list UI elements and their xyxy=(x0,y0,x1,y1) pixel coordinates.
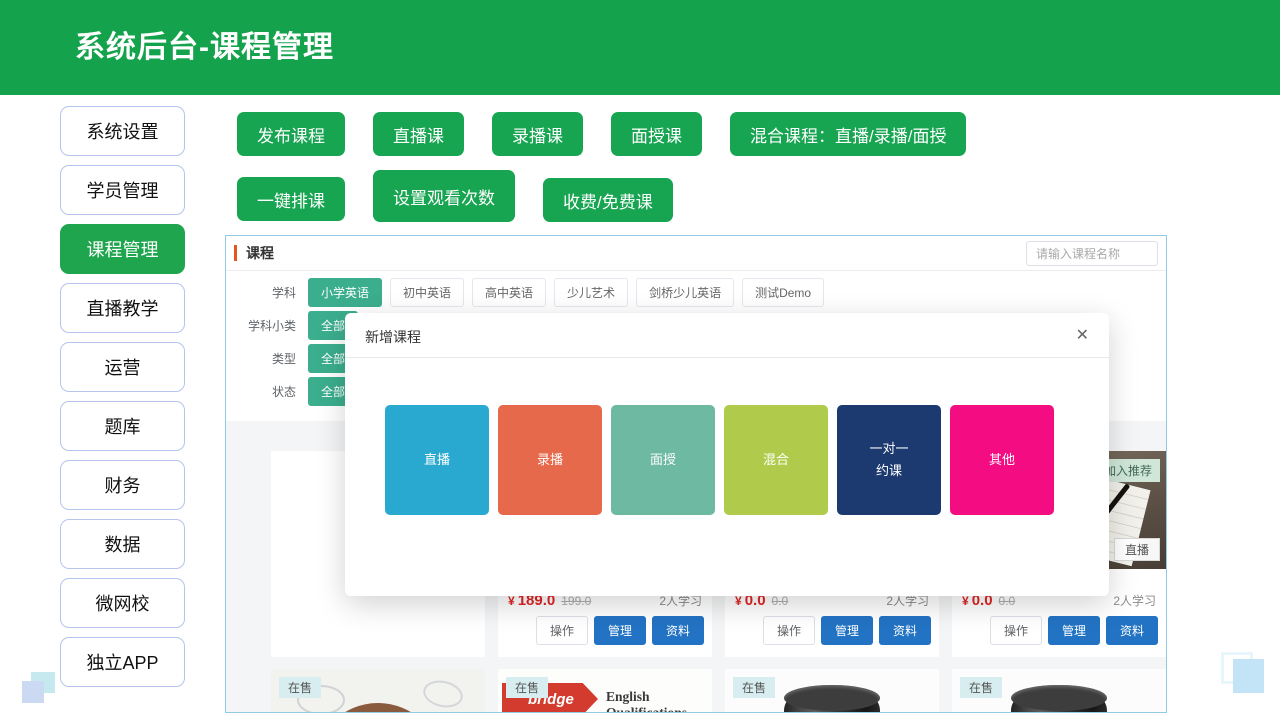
subject-tag[interactable]: 初中英语 xyxy=(390,278,464,307)
recorded-course-button[interactable]: 录播课 xyxy=(492,112,583,156)
on-sale-badge: 在售 xyxy=(279,677,321,698)
on-sale-badge: 在售 xyxy=(733,677,775,698)
sidebar-item-label: 数据 xyxy=(105,531,141,557)
filter-label: 学科小类 xyxy=(226,317,296,334)
course-cover-photo: 在售 xyxy=(271,669,485,713)
photo-doodle-shape xyxy=(421,677,466,711)
sidebar-item-label: 直播教学 xyxy=(87,295,159,321)
course-type-other[interactable]: 其他 xyxy=(950,405,1054,515)
manage-button[interactable]: 管理 xyxy=(1048,616,1100,645)
course-cover-photo: 在售 xyxy=(952,669,1166,713)
subject-tag[interactable]: 少儿艺术 xyxy=(554,278,628,307)
page-header: 系统后台-课程管理 xyxy=(0,0,1280,95)
course-type-offline[interactable]: 面授 xyxy=(611,405,715,515)
photo-cylinder-shape xyxy=(1011,697,1107,713)
sidebar-item-label: 财务 xyxy=(105,472,141,498)
course-card[interactable]: 在售 xyxy=(725,669,939,713)
card-actions: 操作 管理 资料 xyxy=(498,609,712,645)
paid-free-course-button[interactable]: 收费/免费课 xyxy=(543,178,673,222)
filter-label: 状态 xyxy=(226,383,296,400)
material-button[interactable]: 资料 xyxy=(1106,616,1158,645)
course-type-recorded[interactable]: 录播 xyxy=(498,405,602,515)
course-cover-photo: 在售 xyxy=(725,669,939,713)
material-button[interactable]: 资料 xyxy=(879,616,931,645)
on-sale-badge: 在售 xyxy=(960,677,1002,698)
panel-title: 课程 xyxy=(246,243,274,263)
currency-symbol: ¥ xyxy=(962,594,969,608)
course-type-tag: 直播 xyxy=(1114,538,1160,561)
sidebar-item-course-management[interactable]: 课程管理 xyxy=(60,224,185,274)
operate-button[interactable]: 操作 xyxy=(990,616,1042,645)
decoration-square xyxy=(22,681,44,703)
manage-button[interactable]: 管理 xyxy=(594,616,646,645)
course-card[interactable]: bridge English Qualifications 在售 xyxy=(498,669,712,713)
course-cover-photo: bridge English Qualifications 在售 xyxy=(498,669,712,713)
modal-header: 新增课程 ✕ xyxy=(345,313,1109,358)
course-type-cards: 直播 录播 面授 混合 一对一 约课 其他 xyxy=(385,405,1054,515)
sidebar-item-label: 课程管理 xyxy=(87,236,159,262)
course-type-live[interactable]: 直播 xyxy=(385,405,489,515)
filter-label: 学科 xyxy=(226,284,296,301)
subject-tags: 小学英语 初中英语 高中英语 少儿艺术 剑桥少儿英语 测试Demo xyxy=(308,278,824,307)
sidebar-item-operations[interactable]: 运营 xyxy=(60,342,185,392)
sidebar-item-label: 微网校 xyxy=(96,590,150,616)
original-price: 0.0 xyxy=(999,594,1016,608)
currency-symbol: ¥ xyxy=(508,594,515,608)
brand-title-text: English Qualifications xyxy=(606,689,712,713)
currency-symbol: ¥ xyxy=(735,594,742,608)
original-price: 199.0 xyxy=(561,594,591,608)
sidebar-item-label: 独立APP xyxy=(86,649,158,675)
new-course-modal: 新增课程 ✕ 直播 录播 面授 混合 一对一 约课 其他 xyxy=(345,313,1109,596)
sidebar-item-student-management[interactable]: 学员管理 xyxy=(60,165,185,215)
sidebar-item-label: 题库 xyxy=(105,413,141,439)
page-title: 系统后台-课程管理 xyxy=(75,0,334,95)
sidebar: 系统设置 学员管理 课程管理 直播教学 运营 题库 财务 数据 微网校 独立AP… xyxy=(60,106,185,687)
sidebar-item-live-teaching[interactable]: 直播教学 xyxy=(60,283,185,333)
close-icon[interactable]: ✕ xyxy=(1076,325,1089,345)
course-type-mixed[interactable]: 混合 xyxy=(724,405,828,515)
modal-title: 新增课程 xyxy=(365,327,421,347)
students-count: 2人学习 xyxy=(1113,592,1156,609)
sidebar-item-label: 系统设置 xyxy=(87,118,159,144)
manage-button[interactable]: 管理 xyxy=(821,616,873,645)
course-type-one-on-one[interactable]: 一对一 约课 xyxy=(837,405,941,515)
decoration-square xyxy=(1233,659,1264,693)
original-price: 0.0 xyxy=(772,594,789,608)
sidebar-item-label: 运营 xyxy=(105,354,141,380)
sidebar-item-question-bank[interactable]: 题库 xyxy=(60,401,185,451)
live-course-button[interactable]: 直播课 xyxy=(373,112,464,156)
subject-tag[interactable]: 高中英语 xyxy=(472,278,546,307)
quick-actions-row-2: 一键排课 设置观看次数 收费/免费课 xyxy=(237,170,673,222)
set-view-count-button[interactable]: 设置观看次数 xyxy=(373,170,515,222)
filter-row-subject: 学科 小学英语 初中英语 高中英语 少儿艺术 剑桥少儿英语 测试Demo xyxy=(226,276,1166,309)
title-accent-bar xyxy=(234,245,237,261)
course-card[interactable]: 在售 xyxy=(952,669,1166,713)
one-click-schedule-button[interactable]: 一键排课 xyxy=(237,177,345,221)
operate-button[interactable]: 操作 xyxy=(536,616,588,645)
publish-course-button[interactable]: 发布课程 xyxy=(237,112,345,156)
sidebar-item-label: 学员管理 xyxy=(87,177,159,203)
subject-tag[interactable]: 剑桥少儿英语 xyxy=(636,278,734,307)
sidebar-item-micro-school[interactable]: 微网校 xyxy=(60,578,185,628)
sidebar-item-finance[interactable]: 财务 xyxy=(60,460,185,510)
subject-tag[interactable]: 小学英语 xyxy=(308,278,382,307)
card-actions: 操作 管理 资料 xyxy=(725,609,939,645)
mixed-course-button[interactable]: 混合课程：直播/录播/面授 xyxy=(730,112,966,156)
card-actions: 操作 管理 资料 xyxy=(952,609,1166,645)
search-input[interactable] xyxy=(1026,241,1158,266)
subject-tag[interactable]: 测试Demo xyxy=(742,278,824,307)
quick-actions-row-1: 发布课程 直播课 录播课 面授课 混合课程：直播/录播/面授 xyxy=(237,112,966,156)
course-panel-header: 课程 xyxy=(226,236,1166,271)
sidebar-item-system-settings[interactable]: 系统设置 xyxy=(60,106,185,156)
sidebar-item-standalone-app[interactable]: 独立APP xyxy=(60,637,185,687)
operate-button[interactable]: 操作 xyxy=(763,616,815,645)
sidebar-item-data[interactable]: 数据 xyxy=(60,519,185,569)
on-sale-badge: 在售 xyxy=(506,677,548,698)
photo-cylinder-shape xyxy=(784,697,880,713)
filter-label: 类型 xyxy=(226,350,296,367)
material-button[interactable]: 资料 xyxy=(652,616,704,645)
course-card[interactable]: 在售 xyxy=(271,669,485,713)
offline-course-button[interactable]: 面授课 xyxy=(611,112,702,156)
